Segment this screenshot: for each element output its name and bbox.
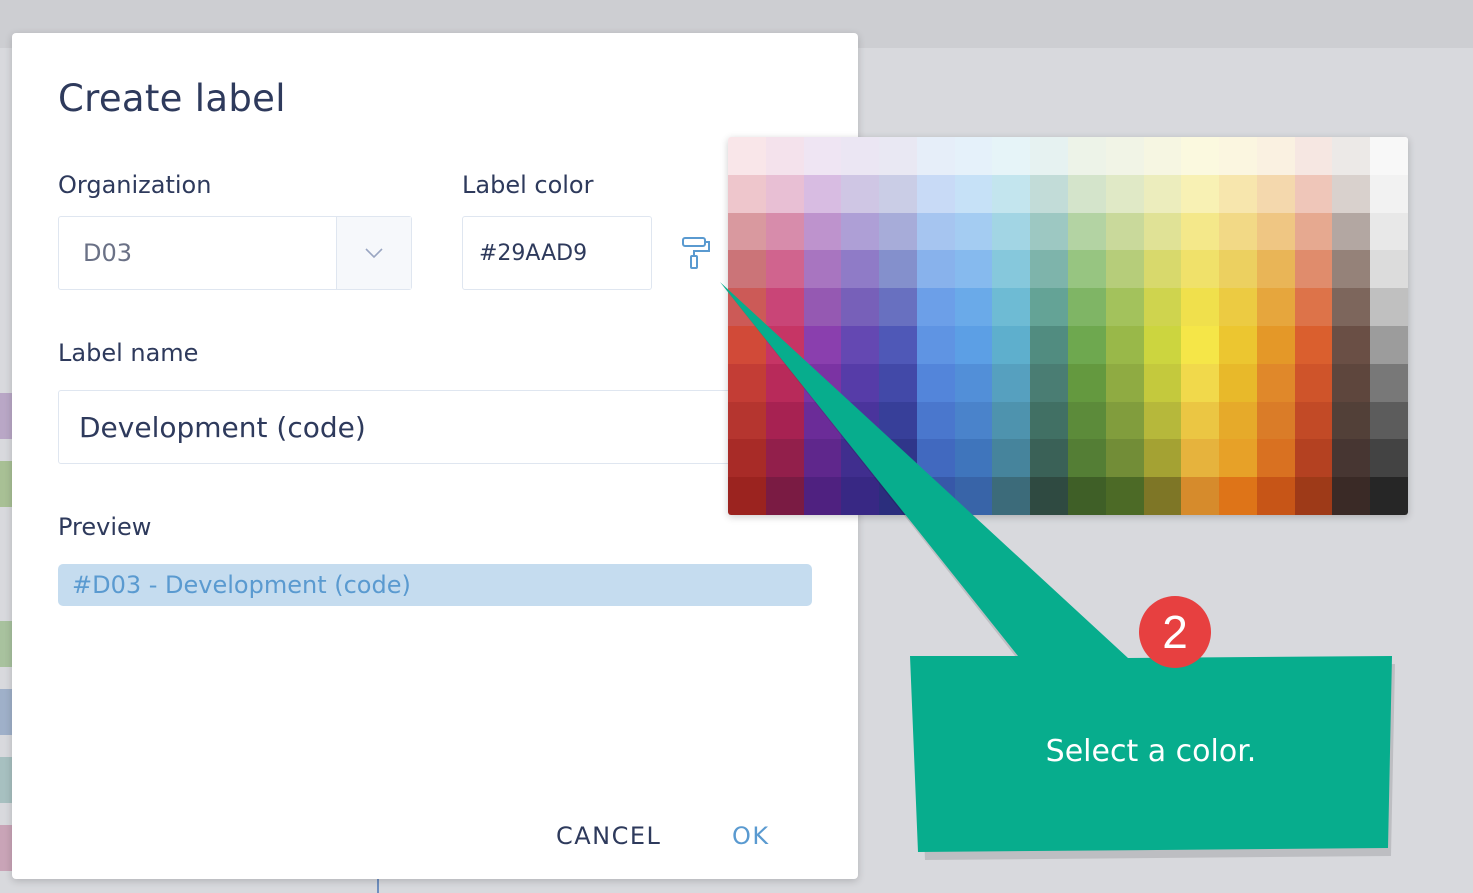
callout-message: Select a color.	[1045, 734, 1257, 769]
step-number-badge: 2	[1139, 596, 1211, 668]
